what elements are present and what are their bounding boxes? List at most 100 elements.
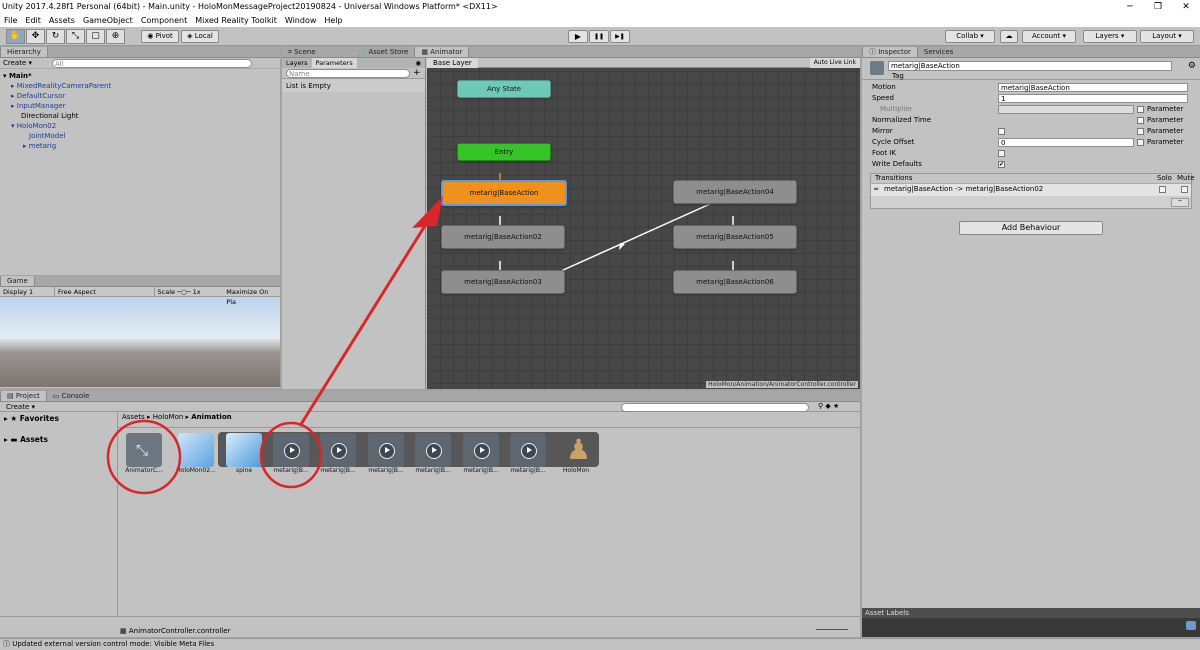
tab-services[interactable]: Services: [918, 47, 960, 57]
menu-window[interactable]: Window: [285, 14, 317, 27]
tab-game[interactable]: Game: [0, 276, 35, 286]
tab-animator[interactable]: ▦ Animator: [414, 47, 470, 57]
project-search-input[interactable]: [621, 403, 809, 412]
hierarchy-search-input[interactable]: All: [52, 58, 253, 68]
speed-field[interactable]: 1: [998, 94, 1188, 103]
tab-asset-store[interactable]: 🛒 Asset Store: [352, 47, 415, 57]
close-button[interactable]: ✕: [1172, 0, 1200, 14]
minimize-button[interactable]: ─: [1116, 0, 1144, 14]
cycle-offset-param-checkbox[interactable]: [1137, 139, 1144, 146]
step-button[interactable]: ▶❚: [610, 30, 630, 43]
asset-animation-clip[interactable]: metarig|B...: [364, 433, 408, 474]
assets-node[interactable]: ▸ ▬ Assets: [0, 425, 117, 454]
hierarchy-create-button[interactable]: Create ▾: [3, 59, 32, 67]
remove-transition-button[interactable]: ─: [1171, 198, 1189, 207]
tab-inspector[interactable]: ⓘ Inspector: [862, 47, 918, 57]
state-name-input[interactable]: metarig|BaseAction: [888, 61, 1172, 71]
tab-hierarchy[interactable]: Hierarchy: [0, 47, 48, 57]
mute-checkbox[interactable]: [1181, 186, 1188, 193]
state-node-baseaction02[interactable]: metarig|BaseAction02: [441, 225, 565, 249]
asset-animation-clip[interactable]: metarig|B...: [459, 433, 503, 474]
menu-help[interactable]: Help: [324, 14, 342, 27]
tab-console[interactable]: ▭ Console: [47, 391, 96, 401]
hierarchy-item[interactable]: Directional Light: [3, 111, 277, 121]
eye-icon[interactable]: ◉: [415, 58, 425, 68]
pause-button[interactable]: ❚❚: [589, 30, 609, 43]
collab-button[interactable]: Collab ▾: [945, 30, 995, 43]
cloud-icon[interactable]: ☁: [1000, 30, 1018, 43]
motion-field[interactable]: metarig|BaseAction: [998, 83, 1188, 92]
label-icon[interactable]: [1186, 621, 1196, 630]
write-defaults-checkbox[interactable]: ✔: [998, 161, 1005, 168]
display-dropdown[interactable]: Display 1: [0, 287, 55, 296]
add-behaviour-button[interactable]: Add Behaviour: [959, 221, 1103, 235]
parameter-search-input[interactable]: Name: [286, 68, 410, 78]
favorites-node[interactable]: ▸ ★ Favorites: [0, 412, 117, 425]
local-toggle[interactable]: ◈ Local: [181, 30, 219, 43]
multiplier-param-checkbox[interactable]: [1137, 106, 1144, 113]
asset-mesh[interactable]: spine: [222, 433, 266, 474]
entry-node[interactable]: Entry: [457, 143, 551, 161]
tab-project[interactable]: ▤ Project: [0, 391, 47, 401]
icon-size-slider[interactable]: [816, 629, 848, 630]
breadcrumb-assets[interactable]: Assets: [122, 413, 145, 421]
aspect-dropdown[interactable]: Free Aspect: [55, 287, 155, 296]
foot-ik-checkbox[interactable]: [998, 150, 1005, 157]
breadcrumb-holomon[interactable]: HoloMon: [153, 413, 184, 421]
breadcrumb-animation[interactable]: Animation: [191, 413, 231, 421]
hierarchy-item[interactable]: ▾ HoloMon02: [3, 121, 277, 131]
menu-file[interactable]: File: [4, 14, 17, 27]
filter-icons[interactable]: ⚲ ◆ ★: [818, 402, 839, 410]
move-tool-icon[interactable]: ✥: [26, 29, 45, 44]
play-button[interactable]: ▶: [568, 30, 588, 43]
hierarchy-item[interactable]: JointModel: [3, 131, 277, 141]
game-viewport[interactable]: [0, 297, 280, 387]
asset-animation-clip[interactable]: metarig|B...: [316, 433, 360, 474]
rotate-tool-icon[interactable]: ↻: [46, 29, 65, 44]
add-parameter-icon[interactable]: +: [413, 68, 421, 78]
menu-assets[interactable]: Assets: [49, 14, 75, 27]
asset-animator-controller[interactable]: ⤡ AnimatorC...: [122, 433, 166, 474]
menu-mrtk[interactable]: Mixed Reality Toolkit: [195, 14, 277, 27]
scene-root[interactable]: ▾ Main*: [3, 71, 277, 81]
state-node-baseaction05[interactable]: metarig|BaseAction05: [673, 225, 797, 249]
asset-model[interactable]: HoloMon02...: [174, 433, 218, 474]
state-node-baseaction[interactable]: metarig|BaseAction: [441, 180, 567, 206]
any-state-node[interactable]: Any State: [457, 80, 551, 98]
normalized-time-param-checkbox[interactable]: [1137, 117, 1144, 124]
project-create-button[interactable]: Create ▾: [6, 403, 35, 411]
asset-animation-clip[interactable]: metarig|B...: [269, 433, 313, 474]
asset-avatar[interactable]: ♟ HoloMon: [554, 433, 598, 474]
maximize-button[interactable]: ❐: [1144, 0, 1172, 14]
layout-dropdown[interactable]: Layout ▾: [1140, 30, 1194, 43]
hierarchy-item[interactable]: ▸ DefaultCursor: [3, 91, 277, 101]
settings-icon[interactable]: ⚙: [1188, 61, 1196, 71]
transition-item[interactable]: ═ metarig|BaseAction -> metarig|BaseActi…: [871, 184, 1191, 196]
menu-edit[interactable]: Edit: [25, 14, 41, 27]
transform-tool-icon[interactable]: ⊕: [106, 29, 125, 44]
state-node-baseaction06[interactable]: metarig|BaseAction06: [673, 270, 797, 294]
layers-dropdown[interactable]: Layers ▾: [1083, 30, 1137, 43]
hierarchy-item[interactable]: ▸ InputManager: [3, 101, 277, 111]
account-dropdown[interactable]: Account ▾: [1022, 30, 1076, 43]
menu-gameobject[interactable]: GameObject: [83, 14, 133, 27]
rect-tool-icon[interactable]: ▢: [86, 29, 105, 44]
mirror-checkbox[interactable]: [998, 128, 1005, 135]
scale-tool-icon[interactable]: ⤡: [66, 29, 85, 44]
tab-scene[interactable]: ⌗ Scene: [282, 47, 322, 57]
hierarchy-item[interactable]: ▸ metarig: [3, 141, 277, 151]
layers-tab[interactable]: Layers: [282, 58, 312, 68]
solo-checkbox[interactable]: [1159, 186, 1166, 193]
parameters-tab[interactable]: Parameters: [311, 58, 357, 68]
multiplier-field[interactable]: [998, 105, 1134, 114]
state-node-baseaction03[interactable]: metarig|BaseAction03: [441, 270, 565, 294]
state-node-baseaction04[interactable]: metarig|BaseAction04: [673, 180, 797, 204]
menu-component[interactable]: Component: [141, 14, 187, 27]
maximize-on-play-toggle[interactable]: Maximize On Pla: [224, 287, 280, 306]
asset-animation-clip[interactable]: metarig|B...: [506, 433, 550, 474]
cycle-offset-field[interactable]: 0: [998, 138, 1134, 147]
animator-graph[interactable]: Base Layer Auto Live Link Any State Entr…: [427, 58, 860, 389]
scale-slider[interactable]: Scale ─○─ 1x: [155, 287, 225, 296]
mirror-param-checkbox[interactable]: [1137, 128, 1144, 135]
asset-animation-clip[interactable]: metarig|B...: [411, 433, 455, 474]
